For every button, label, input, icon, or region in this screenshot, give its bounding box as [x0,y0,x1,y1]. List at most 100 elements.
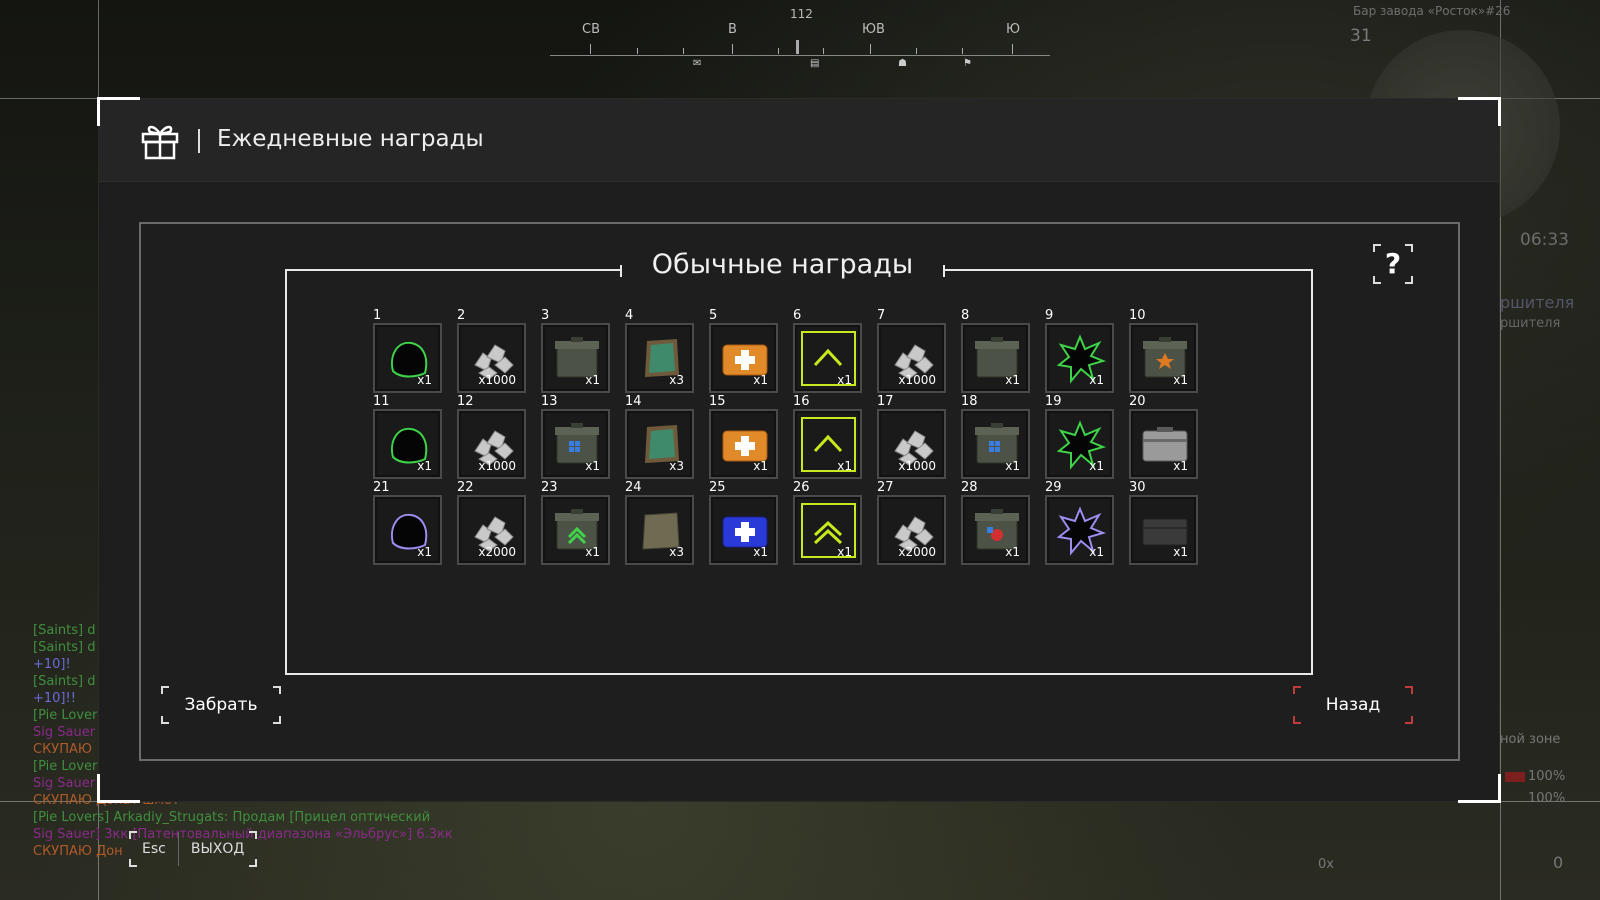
compass-tick [823,48,824,54]
reward-cell[interactable]: 17 x1000 [877,394,946,479]
reward-cell[interactable]: 9 x1 [1045,308,1114,393]
reward-slot: x1 [1045,323,1114,393]
compass-tick [870,44,871,54]
ping-counter: 31 [1350,26,1372,46]
reward-day-number: 27 [877,480,894,495]
compass-tick [916,48,917,54]
zone-status: ной зоне [1500,732,1561,747]
corner-bracket [129,859,137,867]
reward-cell[interactable]: 23 x1 [541,480,610,565]
reward-slot: x3 [625,495,694,565]
reward-slot: x1000 [457,409,526,479]
corner-bracket [1405,686,1413,694]
reward-day-number: 23 [541,480,558,495]
reward-quantity: x1 [837,545,852,559]
reward-quantity: x1 [417,373,432,387]
reward-cell[interactable]: 16 x1 [793,394,862,479]
reward-cell[interactable]: 3 x1 [541,308,610,393]
gift-icon [141,125,179,160]
reward-day-number: 4 [625,308,634,323]
reward-quantity: x1000 [478,373,516,387]
reward-slot: x1 [373,495,442,565]
corner-bracket [1405,244,1413,252]
reward-cell[interactable]: 1 x1 [373,308,442,393]
compass-tick [1012,44,1013,54]
reward-cell[interactable]: 13 x1 [541,394,610,479]
reward-day-number: 14 [625,394,642,409]
reward-cell[interactable]: 12 x1000 [457,394,526,479]
reward-slot: x1 [541,323,610,393]
corner-bracket [97,774,140,803]
reward-slot: x1 [709,323,778,393]
reward-slot: x1 [709,495,778,565]
health-value: 100% [1528,769,1566,784]
back-button[interactable]: Назад [1293,686,1413,724]
reward-cell[interactable]: 22 x2000 [457,480,526,565]
reward-day-number: 24 [625,480,642,495]
reward-cell[interactable]: 10 x1 [1129,308,1198,393]
corner-bracket [129,831,137,839]
reward-slot: x1000 [877,409,946,479]
reward-cell[interactable]: 11 x1 [373,394,442,479]
reward-slot: x1 [373,323,442,393]
compass-tick [796,40,799,54]
reward-quantity: x2000 [478,545,516,559]
reward-cell[interactable]: 20 x1 [1129,394,1198,479]
reward-quantity: x1 [753,373,768,387]
reward-quantity: x1000 [898,459,936,473]
reward-cell[interactable]: 30 x1 [1129,480,1198,565]
reward-cell[interactable]: 4 x3 [625,308,694,393]
reward-quantity: x1 [753,545,768,559]
compass-dir-e: В [728,22,737,37]
reward-cell[interactable]: 24 x3 [625,480,694,565]
reward-day-number: 13 [541,394,558,409]
compass-dir-ne: СВ [582,22,600,37]
reward-cell[interactable]: 26 x1 [793,480,862,565]
reward-cell[interactable]: 21 x1 [373,480,442,565]
reward-quantity: x1 [1173,373,1188,387]
reward-slot: x1 [541,409,610,479]
dialog-title: Ежедневные награды [217,126,484,152]
reward-quantity: x3 [669,459,684,473]
reward-quantity: x1 [1005,545,1020,559]
reward-slot: x1 [709,409,778,479]
reward-slot: x1 [1045,495,1114,565]
reward-cell[interactable]: 6 x1 [793,308,862,393]
esc-exit-bar[interactable]: Esc ВЫХОД [129,831,258,867]
reward-slot: x1 [541,495,610,565]
reward-slot: x1 [373,409,442,479]
compass-bearing: 112 [790,7,813,21]
reward-quantity: x1 [837,459,852,473]
reward-cell[interactable]: 18 x1 [961,394,1030,479]
dialog-header: Ежедневные награды [99,99,1499,182]
reward-quantity: x1 [1005,459,1020,473]
reward-cell[interactable]: 14 x3 [625,394,694,479]
claim-button[interactable]: Забрать [161,686,281,724]
reward-cell[interactable]: 5 x1 [709,308,778,393]
reward-cell[interactable]: 15 x1 [709,394,778,479]
reward-cell[interactable]: 28 x1 [961,480,1030,565]
reward-quantity: x1 [585,459,600,473]
reward-quantity: x1 [417,459,432,473]
reward-quantity: x3 [669,545,684,559]
rewards-panel: ? Обычные награды 1 x1 2 x1000 3 x1 4 x3 5 x1 6 x1 7… [139,222,1460,761]
reward-slot: x1 [1129,323,1198,393]
reward-day-number: 25 [709,480,726,495]
corner-bracket [161,716,169,724]
reward-day-number: 28 [961,480,978,495]
compass-tick [732,44,733,54]
reward-cell[interactable]: 25 x1 [709,480,778,565]
reward-cell[interactable]: 29 x1 [1045,480,1114,565]
reward-slot: x1 [961,323,1030,393]
reward-cell[interactable]: 7 x1000 [877,308,946,393]
reward-cell[interactable]: 27 x2000 [877,480,946,565]
reward-cell[interactable]: 8 x1 [961,308,1030,393]
reward-day-number: 20 [1129,394,1146,409]
help-button[interactable]: ? [1373,244,1413,284]
reward-day-number: 16 [793,394,810,409]
corner-bracket [249,831,258,839]
corner-bracket [1373,244,1381,252]
reward-cell[interactable]: 2 x1000 [457,308,526,393]
compass-tick [962,48,963,54]
reward-cell[interactable]: 19 x1 [1045,394,1114,479]
